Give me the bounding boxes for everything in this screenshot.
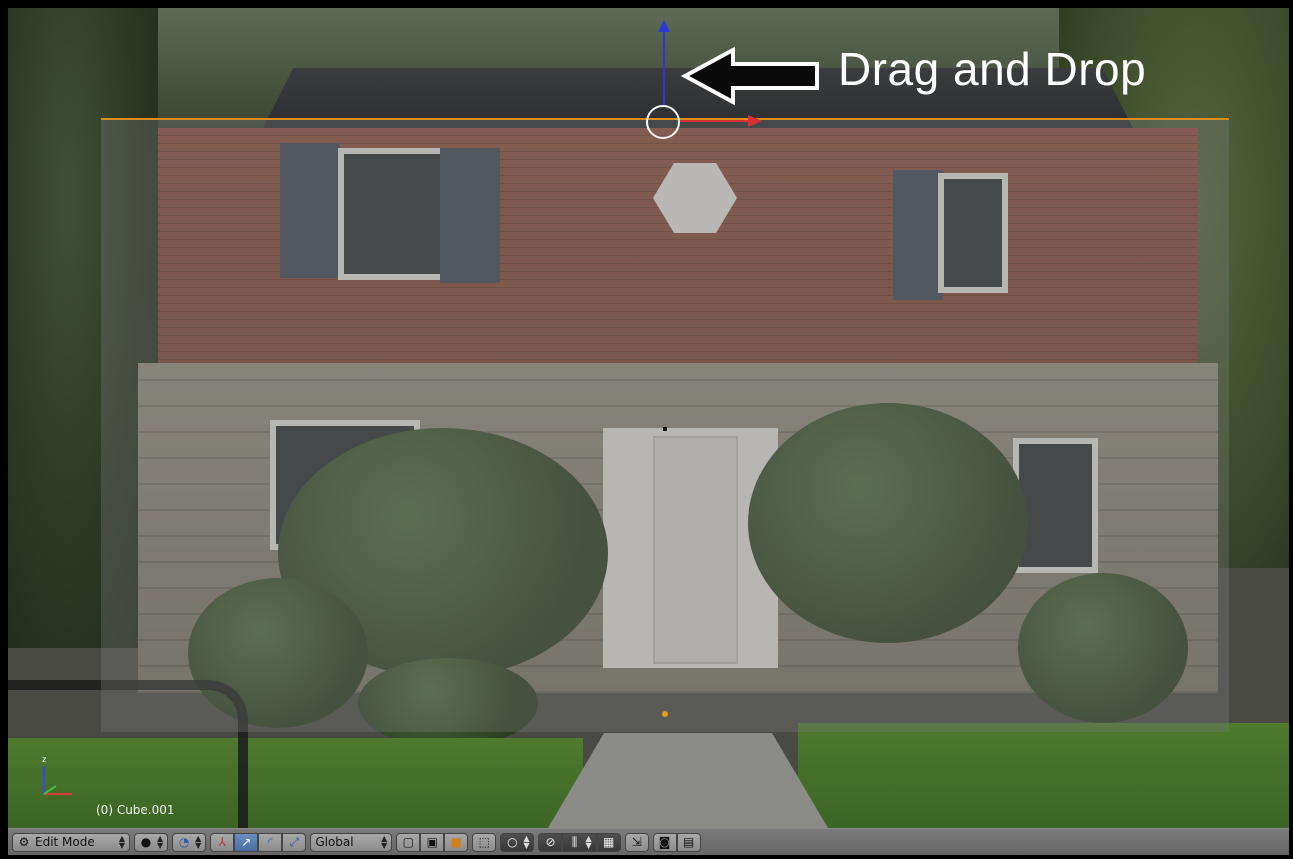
render-group: ◙ ▤: [652, 832, 701, 852]
updown-icon: ▲ ▼: [381, 834, 388, 850]
viewport-shading-selector[interactable]: ● ▲ ▼: [134, 832, 169, 852]
manipulator-toggle-icon: ⅄: [218, 835, 226, 849]
edge-select-button[interactable]: ▣: [420, 832, 445, 852]
active-object-label: (0) Cube.001: [96, 803, 175, 817]
pivot-point-icon: ◔: [178, 835, 190, 849]
snap-target-button[interactable]: ▦: [596, 832, 621, 852]
limit-selection-button[interactable]: ⬚: [472, 832, 497, 852]
object-origin-point[interactable]: [662, 711, 668, 717]
annotation-text: Drag and Drop: [838, 43, 1147, 95]
scale-manipulator[interactable]: ⤢: [282, 832, 307, 852]
gizmo-center-circle[interactable]: [646, 105, 680, 139]
gizmo-x-axis[interactable]: [680, 120, 750, 122]
editor-mode-icon: ⚙: [18, 835, 30, 849]
vertex-point[interactable]: [663, 427, 667, 431]
snap-target-icon: ⫼: [571, 835, 578, 849]
snap-element-selector[interactable]: ⫼ ▲ ▼: [562, 832, 597, 852]
translate-icon: ↗: [241, 835, 252, 849]
gizmo-z-axis[interactable]: [663, 28, 665, 106]
render-icon: ◙: [658, 835, 671, 849]
transform-orientation-selector[interactable]: Global ▲ ▼: [310, 832, 393, 852]
3d-view-header: ⚙ Edit Mode ▲ ▼ ● ▲ ▼ ◔ ▲ ▼ ⅄ ↗ ◜ ⤢ Global …: [8, 828, 1289, 855]
manipulator-toggle[interactable]: ⅄: [210, 832, 235, 852]
vertex-select-icon: ▢: [402, 835, 414, 849]
snap-icon: ⊘: [545, 835, 556, 849]
updown-icon: ▲ ▼: [585, 834, 592, 850]
proportional-edit-icon: ○: [507, 835, 518, 849]
vertex-select-button[interactable]: ▢: [396, 832, 421, 852]
orientation-label: Global: [315, 835, 354, 849]
snap-group: ⊘ ⫼ ▲ ▼ ▦: [538, 832, 621, 852]
limit-selection-icon: ⬚: [478, 835, 490, 849]
grid-snap-icon: ▦: [602, 835, 615, 849]
translate-manipulator[interactable]: ↗: [234, 832, 259, 852]
render-animation-icon: ▤: [682, 835, 695, 849]
rotate-manipulator[interactable]: ◜: [258, 832, 283, 852]
rotate-icon: ◜: [267, 835, 273, 849]
updown-icon: ▲ ▼: [118, 834, 125, 850]
mirror-icon: ⇲: [631, 835, 642, 849]
proportional-edit-selector[interactable]: ○ ▲ ▼: [500, 832, 535, 852]
select-mode-group: ▢ ▣ ■: [396, 832, 469, 852]
edge-select-icon: ▣: [426, 835, 438, 849]
render-animation-button[interactable]: ▤: [676, 832, 701, 852]
axes-orientation-icon: z: [42, 755, 72, 795]
front-walkway: [548, 733, 828, 828]
left-arrow-icon: [681, 46, 819, 106]
snap-toggle[interactable]: ⊘: [538, 832, 563, 852]
mode-label: Edit Mode: [35, 835, 95, 849]
3d-viewport[interactable]: Drag and Drop z (0) Cube.001: [8, 8, 1289, 828]
manipulator-group: ⅄ ↗ ◜ ⤢: [210, 832, 307, 852]
updown-icon: ▲ ▼: [195, 834, 202, 850]
viewport-shading-icon: ●: [140, 835, 152, 849]
render-button[interactable]: ◙: [652, 832, 677, 852]
blender-window: Drag and Drop z (0) Cube.001 ⚙ Edit Mode…: [4, 4, 1289, 855]
updown-icon: ▲ ▼: [157, 834, 164, 850]
mode-selector[interactable]: ⚙ Edit Mode ▲ ▼: [12, 832, 130, 852]
lawn-right: [798, 723, 1289, 828]
updown-icon: ▲ ▼: [523, 834, 530, 850]
svg-text:z: z: [42, 755, 46, 764]
pivot-point-selector[interactable]: ◔ ▲ ▼: [172, 832, 207, 852]
gizmo-z-arrow-icon[interactable]: [658, 20, 670, 32]
mirror-button[interactable]: ⇲: [624, 832, 649, 852]
image-plane-selected[interactable]: [101, 118, 1229, 732]
face-select-icon: ■: [450, 835, 462, 849]
face-select-button[interactable]: ■: [444, 832, 469, 852]
scale-icon: ⤢: [289, 835, 300, 849]
gizmo-x-arrow-icon[interactable]: [748, 115, 762, 127]
